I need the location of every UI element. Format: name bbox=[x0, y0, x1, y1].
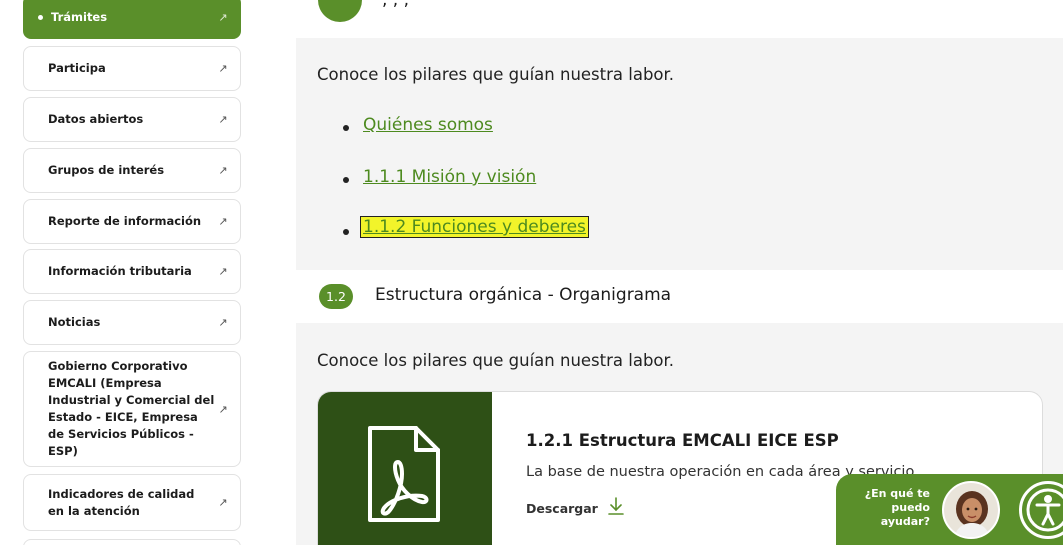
download-label: Descargar bbox=[526, 501, 598, 516]
sidebar-item-label: Reporte de información bbox=[48, 214, 202, 228]
link-mision-vision[interactable]: 1.1.1 Misión y visión bbox=[363, 167, 536, 187]
assistant-avatar-icon[interactable] bbox=[942, 481, 1000, 539]
sidebar-item-label: Noticias bbox=[48, 315, 101, 329]
sidebar-item-gobierno-corporativo[interactable]: Gobierno Corporativo EMCALI (Empresa Ind… bbox=[23, 351, 241, 467]
sidebar-item-label: Trámites bbox=[51, 9, 108, 24]
arrow-up-right-icon: ↗ bbox=[218, 215, 228, 228]
sidebar-item-datos-abiertos[interactable]: Datos abiertos ↗ bbox=[23, 97, 241, 142]
sidebar-item-label: Indicadores de calidad en la atención bbox=[48, 486, 195, 518]
arrow-up-right-icon: ↗ bbox=[218, 265, 228, 278]
arrow-up-right-icon: ↗ bbox=[218, 496, 228, 509]
sidebar-item-reporte-de-informacion[interactable]: Reporte de información ↗ bbox=[23, 199, 241, 244]
section-intro: Conoce los pilares que guían nuestra lab… bbox=[317, 351, 675, 370]
arrow-up-right-icon: ↗ bbox=[218, 113, 228, 126]
sidebar-item-participa[interactable]: Participa ↗ bbox=[23, 46, 241, 91]
arrow-up-right-icon: ↗ bbox=[218, 62, 228, 75]
section-intro: Conoce los pilares que guían nuestra lab… bbox=[317, 65, 675, 84]
section-panel: Conoce los pilares que guían nuestra lab… bbox=[296, 38, 1063, 270]
main-content: , , , Conoce los pilares que guían nuest… bbox=[296, 0, 1063, 545]
sidebar-nav: Trámites ↗ Participa ↗ Datos abiertos ↗ … bbox=[0, 0, 296, 545]
sidebar-item-informacion-tributaria[interactable]: Información tributaria ↗ bbox=[23, 249, 241, 294]
sidebar-item-label: Información tributaria bbox=[48, 264, 192, 278]
sidebar-item-label: Grupos de interés bbox=[48, 163, 165, 177]
arrow-up-right-icon: ↗ bbox=[218, 164, 228, 177]
section-number-badge: 1.2 bbox=[319, 284, 353, 309]
pdf-file-icon bbox=[368, 426, 440, 522]
sidebar-item-indicadores-calidad[interactable]: Indicadores de calidad en la atención ↗ bbox=[23, 474, 241, 531]
download-link[interactable]: Descargar bbox=[526, 497, 624, 520]
sidebar-item-label: Gobierno Corporativo EMCALI (Empresa Ind… bbox=[48, 359, 215, 458]
arrow-up-right-icon: ↗ bbox=[218, 316, 228, 329]
card-title: 1.2.1 Estructura EMCALI EICE ESP bbox=[526, 431, 839, 450]
sidebar-item-noticias[interactable]: Noticias ↗ bbox=[23, 300, 241, 345]
sidebar-item-label: Datos abiertos bbox=[48, 112, 144, 126]
accessibility-icon bbox=[1026, 488, 1063, 532]
section-title: , , , bbox=[382, 0, 410, 10]
help-widget[interactable]: ¿En qué te puedo ayudar? bbox=[836, 474, 1063, 545]
sidebar-item-next[interactable] bbox=[23, 539, 241, 545]
arrow-up-right-icon: ↗ bbox=[218, 402, 228, 416]
section-title: Estructura orgánica - Organigrama bbox=[375, 285, 672, 305]
section-header: 1.2 Estructura orgánica - Organigrama bbox=[296, 270, 1063, 323]
download-arrow-icon bbox=[608, 497, 624, 520]
link-funciones-deberes[interactable]: 1.1.2 Funciones y deberes bbox=[360, 216, 589, 238]
sidebar-item-grupos-de-interes[interactable]: Grupos de interés ↗ bbox=[23, 148, 241, 193]
sidebar-item-tramites[interactable]: Trámites ↗ bbox=[23, 0, 241, 39]
accessibility-button[interactable] bbox=[1019, 481, 1063, 539]
card-media bbox=[318, 392, 492, 545]
sidebar-item-label: Participa bbox=[48, 61, 106, 75]
previous-section-header: , , , bbox=[296, 0, 1063, 38]
arrow-up-right-icon: ↗ bbox=[218, 10, 228, 24]
link-quienes-somos[interactable]: Quiénes somos bbox=[363, 115, 493, 135]
section-number-badge bbox=[318, 0, 362, 22]
active-bullet-icon bbox=[38, 14, 43, 20]
help-text: ¿En qué te puedo ayudar? bbox=[864, 487, 930, 528]
